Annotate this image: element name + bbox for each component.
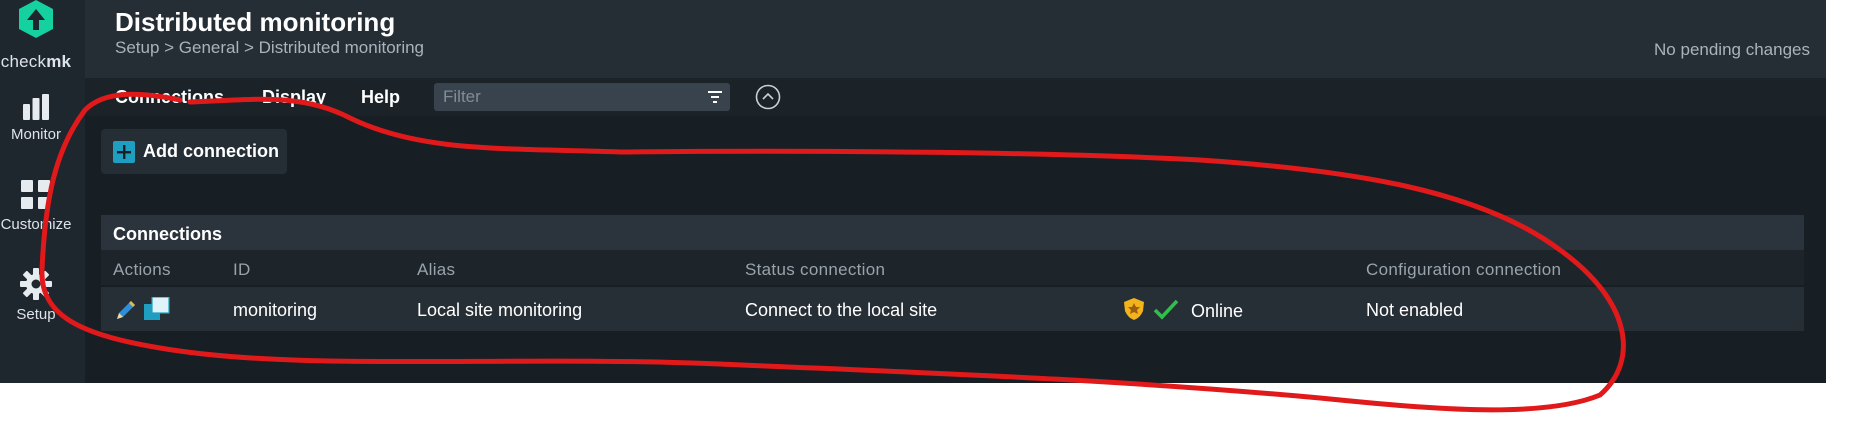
cell-status-connection: Connect to the local site [745, 300, 938, 320]
table-title-bar: Connections [101, 215, 1804, 250]
sidebar-item-setup[interactable]: Setup [0, 268, 72, 323]
clone-icon[interactable] [144, 297, 170, 321]
page-title: Distributed monitoring [115, 7, 396, 37]
filter-box [434, 83, 730, 111]
column-header-status-connection[interactable]: Status connection [745, 260, 885, 280]
cell-id: monitoring [233, 300, 318, 320]
plus-icon [113, 141, 135, 163]
column-header-alias[interactable]: Alias [417, 260, 455, 280]
sidebar-item-label: Monitor [10, 126, 62, 143]
grid-icon [21, 180, 50, 209]
sidebar: checkmk Monitor Customize Setup [0, 0, 85, 383]
cell-alias: Local site monitoring [417, 300, 583, 320]
column-header-id[interactable]: ID [233, 260, 251, 280]
checkmark-icon [1153, 299, 1179, 320]
sidebar-item-label: Customize [0, 216, 72, 233]
page-header: Distributed monitoring Setup > General >… [85, 0, 1826, 78]
logo-text: checkmk [0, 52, 72, 71]
page-menu-bar: Connections Display Help [85, 78, 1826, 116]
menu-display[interactable]: Display [262, 87, 326, 108]
shield-icon [1124, 298, 1144, 320]
menu-help[interactable]: Help [361, 87, 400, 108]
table-header-row: Actions ID Alias Status connection Confi… [101, 250, 1804, 285]
filter-icon[interactable] [708, 91, 722, 103]
bar-chart-icon [23, 94, 49, 120]
filter-input[interactable] [434, 83, 684, 111]
menu-connections[interactable]: Connections [115, 87, 224, 108]
sidebar-item-customize[interactable]: Customize [0, 180, 72, 233]
main-content: Distributed monitoring Setup > General >… [85, 0, 1826, 383]
table-row: monitoring Local site monitoring Connect… [101, 287, 1804, 331]
sidebar-item-label: Setup [16, 306, 56, 323]
edit-pencil-icon[interactable] [114, 298, 138, 322]
add-connection-label: Add connection [143, 141, 279, 161]
sidebar-item-monitor[interactable]: Monitor [0, 94, 72, 143]
column-header-actions: Actions [113, 260, 171, 279]
breadcrumb[interactable]: Setup > General > Distributed monitoring [115, 38, 424, 58]
checkmk-logo-icon[interactable] [17, 0, 55, 38]
column-header-configuration-connection[interactable]: Configuration connection [1366, 260, 1561, 280]
table-title: Connections [113, 224, 223, 244]
chevron-up-circle-icon[interactable] [755, 84, 781, 110]
cell-configuration-connection: Not enabled [1366, 300, 1464, 320]
status-online-label: Online [1191, 301, 1244, 321]
gear-icon [20, 268, 52, 300]
connections-table: Connections Actions ID Alias Status conn… [101, 215, 1804, 331]
pending-changes-status[interactable]: No pending changes [1654, 40, 1810, 60]
add-connection-button[interactable]: Add connection [101, 129, 287, 174]
